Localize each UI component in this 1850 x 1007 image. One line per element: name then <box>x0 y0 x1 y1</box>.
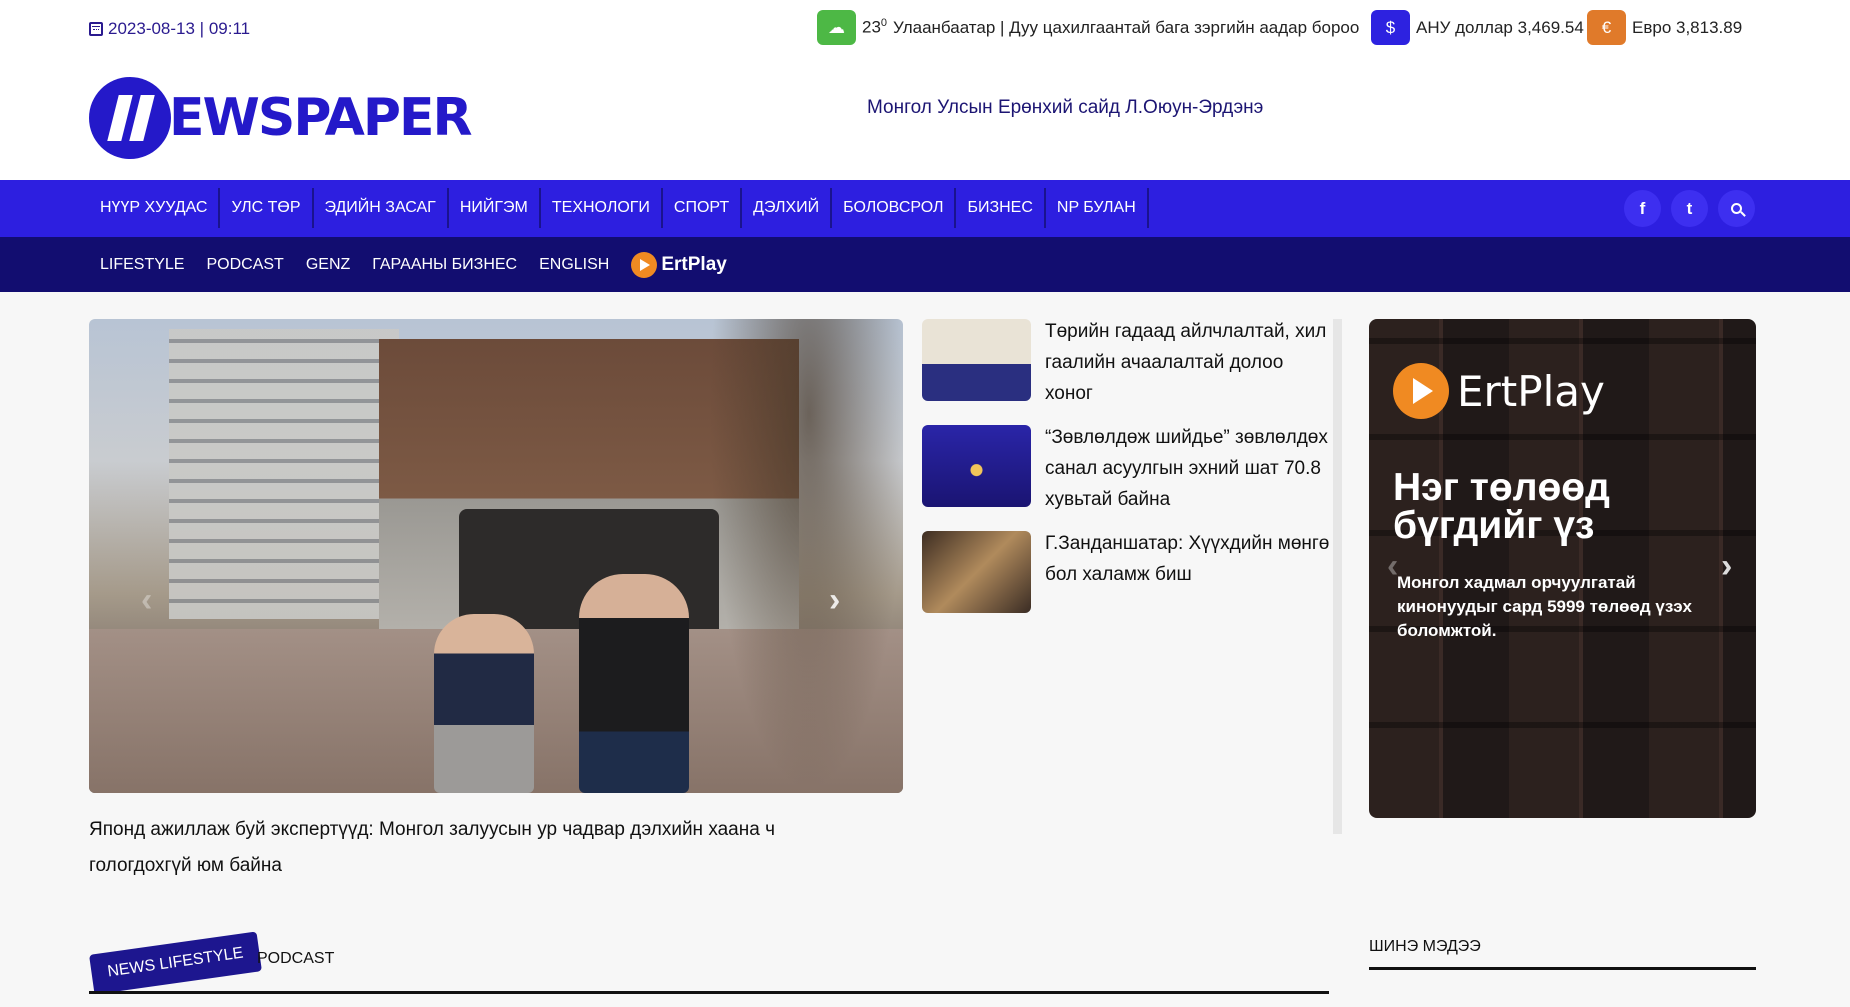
ertplay-ad-banner[interactable]: ErtPlay Нэг төлөөд бүгдийг үз Монгол хад… <box>1369 319 1756 818</box>
ad-brand: ErtPlay <box>1457 366 1605 416</box>
feature-headline-link[interactable]: Японд ажиллаж буй экспертүүд: Монгол зал… <box>89 812 849 884</box>
nav-item-lifestyle[interactable]: LIFESTYLE <box>89 256 195 274</box>
prev-slide-icon[interactable]: ‹ <box>141 581 152 620</box>
news-title-link[interactable]: Г.Занданшатар: Хүүхдийн мөнгө бол халамж… <box>1045 528 1333 613</box>
search-button[interactable] <box>1718 190 1755 227</box>
ad-prev-icon[interactable]: ‹ <box>1387 547 1398 586</box>
nav-item-genz[interactable]: GENZ <box>295 256 361 274</box>
side-news-list: Төрийн гадаад айлчлалтай, хил гаалийн ач… <box>922 319 1342 834</box>
news-thumbnail[interactable] <box>922 425 1031 507</box>
ad-logo: ErtPlay <box>1393 363 1605 419</box>
date-time: 2023-08-13 | 09:11 <box>89 19 250 39</box>
news-title-link[interactable]: Төрийн гадаад айлчлалтай, хил гаалийн ач… <box>1045 316 1333 409</box>
nav-item-sport[interactable]: СПОРТ <box>663 188 743 228</box>
eur-text: Евро 3,813.89 <box>1632 17 1743 37</box>
play-icon <box>631 251 658 278</box>
sub-nav: LIFESTYLE PODCAST GENZ ГАРААНЫ БИЗНЕС EN… <box>0 237 1850 292</box>
facebook-icon[interactable]: f <box>1624 190 1661 227</box>
nav-item-economy[interactable]: ЭДИЙН ЗАСАГ <box>314 188 449 228</box>
nav-item-podcast[interactable]: PODCAST <box>195 256 294 274</box>
site-header: EWSPAPER Монгол Улсын Ерөнхий сайд Л.Оюу… <box>0 57 1850 180</box>
dollar-icon: $ <box>1371 10 1410 45</box>
photo-building-left <box>169 329 399 619</box>
weather-widget: ☁ 230 Улаанбаатар | Дуу цахилгаантай баг… <box>817 10 1359 45</box>
tab-podcast[interactable]: PODCAST <box>257 950 334 968</box>
photo-person-right <box>579 574 689 793</box>
list-item[interactable]: Г.Занданшатар: Хүүхдийн мөнгө бол халамж… <box>922 531 1333 613</box>
news-thumbnail[interactable] <box>922 531 1031 613</box>
photo-tree <box>709 319 903 793</box>
nav-item-society[interactable]: НИЙГЭМ <box>449 188 541 228</box>
main-nav: НҮҮР ХУУДАС УЛС ТӨР ЭДИЙН ЗАСАГ НИЙГЭМ Т… <box>0 180 1850 237</box>
feature-image[interactable]: › ‹ <box>89 319 903 793</box>
search-icon <box>1731 203 1742 214</box>
euro-icon: € <box>1587 10 1626 45</box>
news-thumbnail[interactable] <box>922 319 1031 401</box>
logo-text: EWSPAPER <box>169 88 473 148</box>
next-slide-icon[interactable]: › <box>829 581 840 620</box>
nav-item-politics[interactable]: УЛС ТӨР <box>220 188 314 228</box>
ertplay-badge: ErtPlay <box>631 251 727 278</box>
ertplay-label: ErtPlay <box>661 253 727 275</box>
section-divider <box>89 991 1329 994</box>
twitter-icon[interactable]: t <box>1671 190 1708 227</box>
photo-person-left <box>434 614 534 793</box>
nav-item-home[interactable]: НҮҮР ХУУДАС <box>89 188 221 228</box>
weather-text: Улаанбаатар | Дуу цахилгаантай бага зэрг… <box>893 17 1360 37</box>
nav-item-english[interactable]: ENGLISH <box>528 256 620 274</box>
list-item[interactable]: “Зөвлөлдөж шийдье” зөвлөлдөх санал асуул… <box>922 425 1333 515</box>
nav-item-np-corner[interactable]: NP БУЛАН <box>1046 188 1149 228</box>
eur-rate: € Евро 3,813.89 <box>1587 10 1742 45</box>
site-logo[interactable]: EWSPAPER <box>89 77 473 159</box>
latest-news-divider <box>1369 967 1756 970</box>
logo-mark <box>89 77 171 159</box>
tab-news-lifestyle[interactable]: NEWS LIFESTYLE <box>89 931 262 995</box>
cloud-sun-icon: ☁ <box>817 10 856 45</box>
ad-text: Монгол хадмал орчуулгатай кинонуудыг сар… <box>1397 573 1692 640</box>
nav-item-business[interactable]: БИЗНЕС <box>956 188 1046 228</box>
nav-item-world[interactable]: ДЭЛХИЙ <box>742 188 833 228</box>
usd-rate: $ АНУ доллар 3,469.54 <box>1371 10 1584 45</box>
nav-item-startup[interactable]: ГАРААНЫ БИЗНЕС <box>361 256 528 274</box>
nav-item-education[interactable]: БОЛОВСРОЛ <box>832 188 957 228</box>
latest-news-heading: ШИНЭ МЭДЭЭ <box>1369 938 1481 955</box>
play-icon <box>1393 363 1449 419</box>
top-bar: 2023-08-13 | 09:11 ☁ 230 Улаанбаатар | Д… <box>0 0 1850 57</box>
ad-headline: Нэг төлөөд бүгдийг үз <box>1393 466 1610 547</box>
calendar-icon <box>89 22 103 36</box>
nav-item-technology[interactable]: ТЕХНОЛОГИ <box>541 188 663 228</box>
header-headline-link[interactable]: Монгол Улсын Ерөнхий сайд Л.Оюун-Эрдэнэ <box>867 97 1263 119</box>
nav-item-ertplay[interactable]: ErtPlay <box>620 251 737 278</box>
weather-temp: 230 <box>862 17 888 37</box>
news-title-link[interactable]: “Зөвлөлдөж шийдье” зөвлөлдөх санал асуул… <box>1045 422 1333 515</box>
date-text: 2023-08-13 | 09:11 <box>108 19 251 38</box>
ad-next-icon[interactable]: › <box>1721 547 1732 586</box>
nav-social-icons: f t <box>1624 190 1755 227</box>
usd-text: АНУ доллар 3,469.54 <box>1416 17 1584 37</box>
list-item[interactable]: Төрийн гадаад айлчлалтай, хил гаалийн ач… <box>922 319 1333 409</box>
